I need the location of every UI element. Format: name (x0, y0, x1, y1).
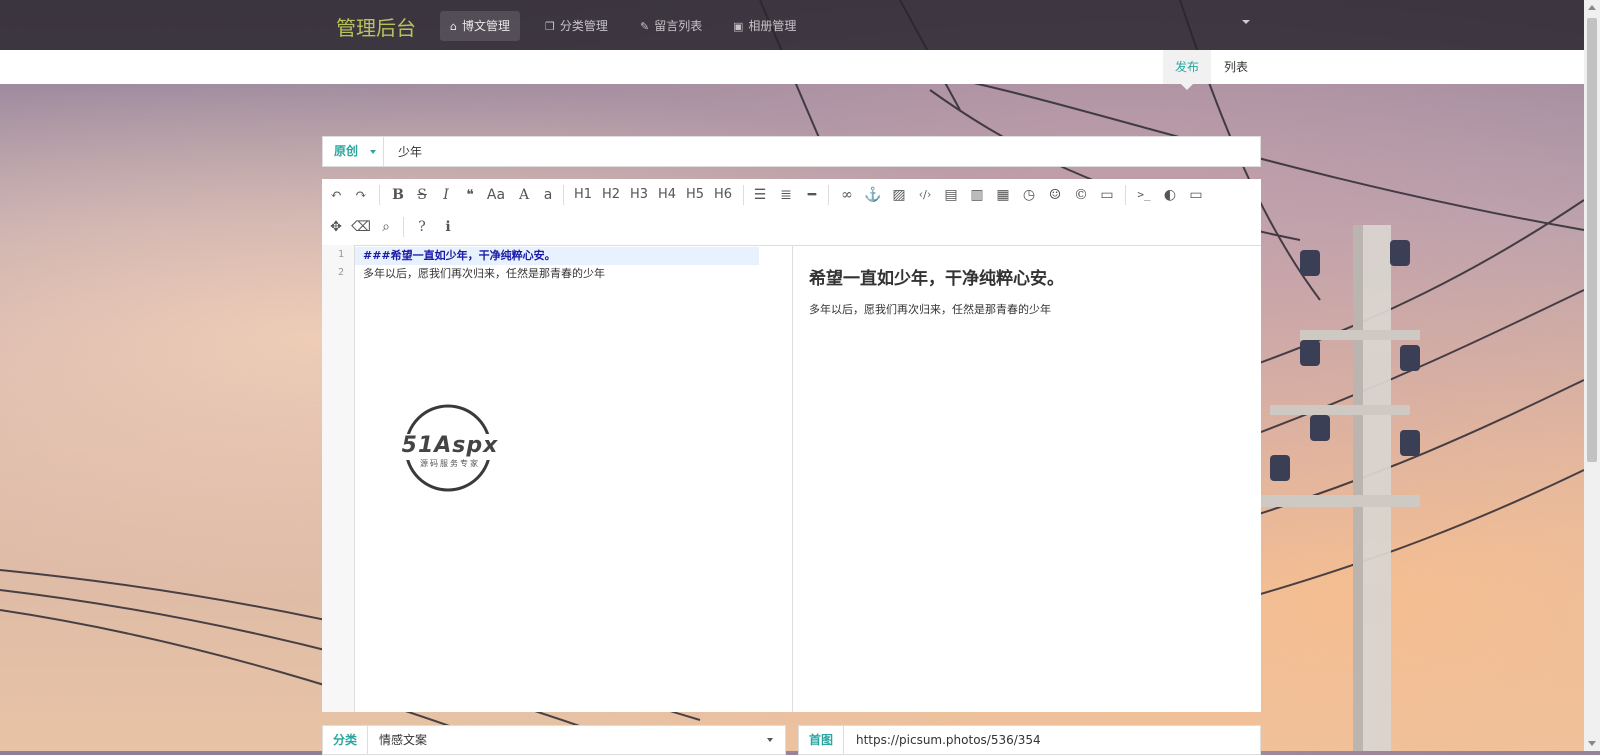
watermark-logo: 51Aspx 源码服务专家 (386, 400, 514, 496)
home-icon: ⌂ (450, 20, 457, 33)
eye-slash-icon[interactable]: ◐ (1158, 183, 1182, 207)
line-number: 2 (337, 267, 344, 278)
h5-button[interactable]: H5 (682, 183, 708, 207)
title-row: 原创 (322, 136, 1261, 168)
scroll-thumb[interactable] (1587, 18, 1597, 462)
h1-button[interactable]: H1 (570, 183, 596, 207)
cover-label: 首图 (799, 726, 845, 754)
h4-button[interactable]: H4 (654, 183, 680, 207)
code-line[interactable]: ###希望一直如少年，干净纯粹心安。 (355, 247, 759, 265)
user-dropdown-caret-icon[interactable] (1242, 20, 1250, 24)
uppercase-icon[interactable]: Aa (484, 183, 508, 207)
quote-icon[interactable]: ❝ (458, 183, 482, 207)
h3-button[interactable]: H3 (626, 183, 652, 207)
chevron-down-icon (767, 738, 773, 742)
preview-paragraph: 多年以后，愿我们再次归来，任然是那青春的少年 (809, 303, 1051, 316)
watermark-tagline: 源码服务专家 (420, 459, 480, 468)
ucwords-icon[interactable]: A (512, 183, 536, 207)
unordered-list-icon[interactable]: ☰ (748, 183, 772, 207)
code-icon[interactable]: ‹/› (913, 183, 937, 207)
eraser-icon[interactable]: ⌫ (349, 215, 373, 239)
h2-button[interactable]: H2 (598, 183, 624, 207)
italic-icon[interactable]: I (434, 183, 458, 207)
code-block-icon[interactable]: ▥ (965, 183, 989, 207)
nav-item-label: 分类管理 (559, 19, 608, 33)
horizontal-rule-icon[interactable]: ━ (800, 183, 824, 207)
toolbar-divider (379, 185, 380, 205)
strikethrough-icon[interactable]: S (410, 183, 434, 207)
nav-item-posts[interactable]: ⌂ 博文管理 (440, 11, 520, 41)
toolbar-divider (743, 185, 744, 205)
scroll-down-icon[interactable] (1588, 741, 1596, 746)
page-scrollbar[interactable] (1584, 0, 1600, 751)
brand-title[interactable]: 管理后台 (336, 12, 416, 41)
terminal-icon[interactable]: >_ (1132, 183, 1156, 207)
nav-item-messages[interactable]: ✎ 留言列表 (630, 11, 712, 41)
ordered-list-icon[interactable]: ≣ (774, 183, 798, 207)
tab-publish[interactable]: 发布 (1163, 50, 1212, 90)
editor-toolbar: ↶ ↷ B S I ❝ Aa A a H1 H2 H3 H4 H5 H6 ☰ ≣… (322, 179, 1261, 246)
sub-navbar: 发布 列表 (0, 50, 1584, 90)
help-icon[interactable]: ? (410, 215, 434, 239)
search-icon[interactable]: ⌕ (374, 215, 398, 239)
copy-icon: ❐ (545, 20, 555, 33)
cover-url-value[interactable]: https://picsum.photos/536/354 (856, 726, 1041, 754)
table-icon[interactable]: ▦ (991, 183, 1015, 207)
lowercase-icon[interactable]: a (536, 183, 560, 207)
category-value[interactable]: 情感文案 (379, 726, 427, 754)
html-entities-icon[interactable]: © (1069, 183, 1093, 207)
category-label: 分类 (323, 726, 369, 754)
nav-item-label: 相册管理 (748, 19, 797, 33)
nav-item-categories[interactable]: ❐ 分类管理 (535, 11, 618, 41)
post-type-dropdown[interactable]: 原创 (323, 137, 384, 166)
emoji-icon[interactable]: ☺ (1043, 183, 1067, 207)
nav-item-label: 留言列表 (654, 19, 703, 33)
title-input[interactable] (396, 137, 1240, 168)
picture-icon: ▣ (733, 20, 744, 33)
scroll-up-icon[interactable] (1588, 5, 1596, 10)
watermark-brand: 51Aspx (401, 433, 499, 458)
nav-item-label: 博文管理 (461, 19, 510, 33)
toolbar-divider (828, 185, 829, 205)
redo-icon[interactable]: ↷ (349, 183, 373, 207)
bold-icon[interactable]: B (386, 183, 410, 207)
code-line[interactable]: 多年以后，愿我们再次归来，任然是那青春的少年 (355, 265, 759, 283)
fullscreen-icon[interactable]: ✥ (324, 215, 348, 239)
datetime-icon[interactable]: ◷ (1017, 183, 1041, 207)
nav-item-albums[interactable]: ▣ 相册管理 (723, 11, 806, 41)
toolbar-divider (403, 217, 404, 237)
pencil-icon: ✎ (640, 20, 650, 33)
toolbar-divider (1125, 185, 1126, 205)
anchor-icon[interactable]: ⚓ (861, 183, 885, 207)
editor-preview-divider (792, 245, 793, 712)
chevron-down-icon (370, 150, 376, 154)
desktop-icon[interactable]: ▭ (1184, 183, 1208, 207)
pagebreak-icon[interactable]: ▭ (1095, 183, 1119, 207)
toolbar-divider (563, 185, 564, 205)
top-navbar: 管理后台 ⌂ 博文管理 ❐ 分类管理 ✎ 留言列表 ▣ 相册管理 (0, 0, 1584, 50)
info-icon[interactable]: ℹ (436, 215, 460, 239)
line-number: 1 (337, 249, 344, 260)
post-type-label: 原创 (334, 144, 359, 158)
tab-list[interactable]: 列表 (1212, 50, 1260, 84)
preformatted-code-icon[interactable]: ▤ (939, 183, 963, 207)
image-icon[interactable]: ▨ (887, 183, 911, 207)
undo-icon[interactable]: ↶ (324, 183, 348, 207)
line-number-gutter: 1 2 (322, 245, 355, 712)
link-icon[interactable]: ∞ (835, 183, 859, 207)
h6-button[interactable]: H6 (710, 183, 736, 207)
preview-heading: 希望一直如少年，干净纯粹心安。 (809, 269, 1064, 289)
